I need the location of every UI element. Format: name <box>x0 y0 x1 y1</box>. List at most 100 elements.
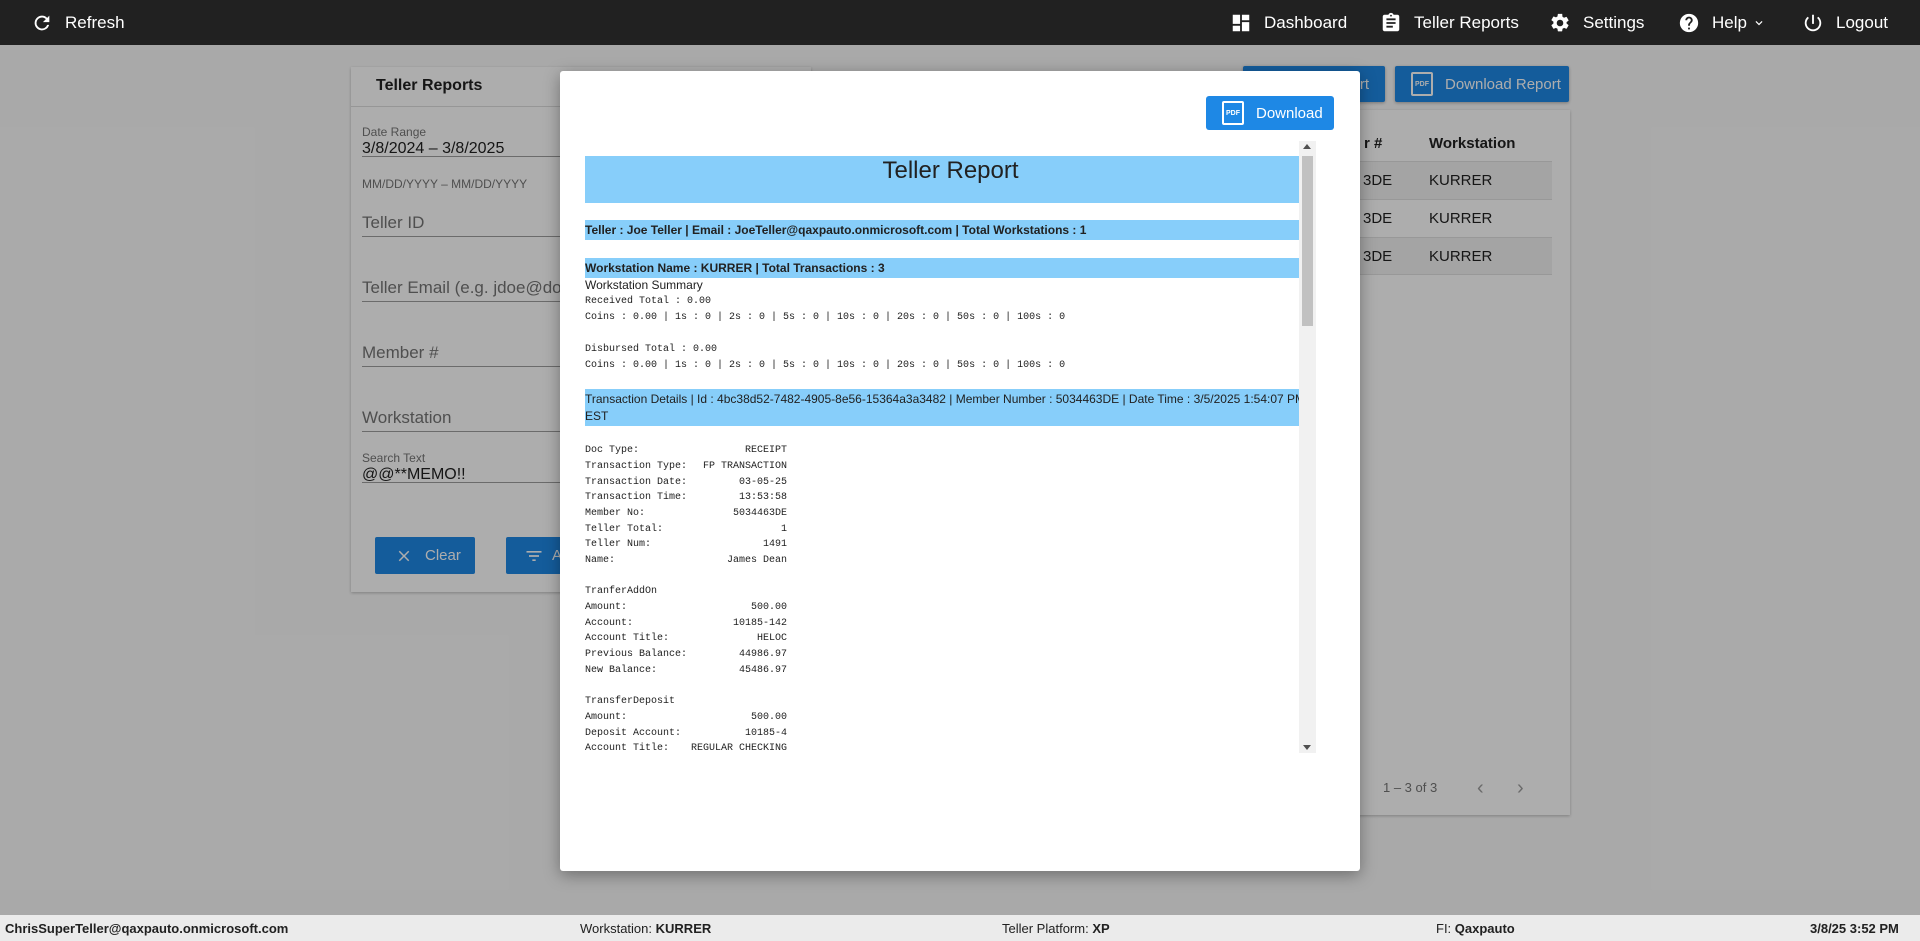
nav-dashboard-label: Dashboard <box>1264 12 1348 32</box>
nav-logout-label: Logout <box>1836 12 1888 32</box>
fi-status-label: FI: <box>1436 921 1452 936</box>
receipt-row: Doc Type: RECEIPT <box>585 445 787 461</box>
workstation-status: Workstation: KURRER <box>580 921 711 936</box>
deposit-row: Deposit Account: 10185-4 <box>585 728 787 744</box>
nav-settings-label: Settings <box>1583 12 1645 32</box>
teller-summary-line: Teller : Joe Teller | Email : JoeTeller@… <box>585 220 1316 240</box>
power-icon <box>1804 14 1822 31</box>
deposit-row: Account Title: REGULAR CHECKING <box>585 743 787 759</box>
addon-value: 10185-142 <box>732 618 787 629</box>
receipt-row: Teller Num: 1491 <box>585 539 787 555</box>
addon-row: Account Title: HELOC <box>585 633 787 649</box>
receipt-key: Doc Type: <box>585 445 640 456</box>
received-coins: Coins : 0.00 | 1s : 0 | 2s : 0 | 5s : 0 … <box>585 312 1066 323</box>
platform-status: Teller Platform: XP <box>1002 921 1110 936</box>
nav-teller-reports[interactable]: Teller Reports <box>1380 0 1519 45</box>
workstation-summary-line: Workstation Name : KURRER | Total Transa… <box>585 258 1316 278</box>
status-bar: ChrisSuperTeller@qaxpauto.onmicrosoft.co… <box>0 915 1920 941</box>
addon-row: New Balance: 45486.97 <box>585 665 787 681</box>
receipt-row: Transaction Type: FP TRANSACTION <box>585 461 787 477</box>
addon-value: 45486.97 <box>738 665 787 676</box>
receipt-value: 5034463DE <box>732 508 787 519</box>
nav-help[interactable]: Help <box>1678 0 1766 45</box>
platform-status-value: XP <box>1092 921 1110 936</box>
receipt-row: Teller Total: 1 <box>585 524 787 540</box>
addon-row: Previous Balance: 44986.97 <box>585 649 787 665</box>
addon-row: Account: 10185-142 <box>585 618 787 634</box>
top-navigation-bar: Refresh Dashboard Teller Reports Setting… <box>0 0 1920 45</box>
deposit-value: REGULAR CHECKING <box>690 743 787 754</box>
nav-teller-reports-label: Teller Reports <box>1414 12 1519 32</box>
addon-key: Account: <box>585 618 634 629</box>
receipt-value: 13:53:58 <box>738 492 787 503</box>
transaction-details-header: Transaction Details | Id : 4bc38d52-7482… <box>585 389 1316 426</box>
addon-key: New Balance: <box>585 665 658 676</box>
deposit-title: TransferDeposit <box>585 696 676 707</box>
transaction-details-line-cont: EST <box>585 409 609 423</box>
addon-title: TranferAddOn <box>585 586 658 597</box>
receipt-value: 1491 <box>762 539 787 550</box>
receipt-key: Transaction Date: <box>585 477 688 488</box>
status-datetime: 3/8/25 3:52 PM <box>1810 921 1899 936</box>
clipboard-icon <box>1382 12 1400 31</box>
deposit-key: Amount: <box>585 712 628 723</box>
report-scrollbar[interactable] <box>1299 141 1316 753</box>
receipt-value: James Dean <box>726 555 787 566</box>
receipt-value: 03-05-25 <box>738 477 787 488</box>
receipt-key: Member No: <box>585 508 646 519</box>
receipt-key: Teller Num: <box>585 539 652 550</box>
refresh-button[interactable]: Refresh <box>31 0 125 45</box>
pdf-icon: PDF <box>1222 101 1244 125</box>
receipt-row: Transaction Time: 13:53:58 <box>585 492 787 508</box>
deposit-row: Amount: 500.00 <box>585 712 787 728</box>
addon-value: HELOC <box>756 633 787 644</box>
dashboard-icon <box>1232 14 1250 31</box>
deposit-key: Deposit Account: <box>585 728 682 739</box>
receipt-row: Name: James Dean <box>585 555 787 571</box>
receipt-key: Transaction Type: <box>585 461 688 472</box>
nav-logout[interactable]: Logout <box>1802 0 1888 45</box>
addon-value: 44986.97 <box>738 649 787 660</box>
workstation-status-value: KURRER <box>655 921 712 936</box>
scrollbar-thumb[interactable] <box>1302 156 1313 326</box>
disbursed-total: Disbursed Total : 0.00 <box>585 344 718 355</box>
addon-key: Amount: <box>585 602 628 613</box>
help-icon <box>1679 13 1699 32</box>
report-preview-dialog: PDF Download Teller Report Teller : Joe … <box>560 71 1360 871</box>
platform-status-label: Teller Platform: <box>1002 921 1089 936</box>
report-viewer[interactable]: Teller Report Teller : Joe Teller | Emai… <box>585 141 1341 821</box>
deposit-value: 500.00 <box>750 712 787 723</box>
current-user: ChrisSuperTeller@qaxpauto.onmicrosoft.co… <box>5 921 289 936</box>
receipt-value: FP TRANSACTION <box>702 461 787 472</box>
refresh-icon <box>34 15 50 30</box>
addon-value: 500.00 <box>750 602 787 613</box>
nav-settings[interactable]: Settings <box>1549 0 1644 45</box>
nav-dashboard[interactable]: Dashboard <box>1230 0 1347 45</box>
fi-status-value: Qaxpauto <box>1454 921 1515 936</box>
receipt-key: Transaction Time: <box>585 492 688 503</box>
deposit-value: 10185-4 <box>744 728 787 739</box>
download-button[interactable]: PDF Download <box>1206 96 1334 130</box>
receipt-row: Transaction Date: 03-05-25 <box>585 477 787 493</box>
transaction-details-line: Transaction Details | Id : 4bc38d52-7482… <box>585 392 1306 406</box>
addon-key: Previous Balance: <box>585 649 688 660</box>
fi-status: FI: Qaxpauto <box>1436 921 1515 936</box>
receipt-row: Member No: 5034463DE <box>585 508 787 524</box>
refresh-label: Refresh <box>65 12 125 32</box>
receipt-value: RECEIPT <box>744 445 787 456</box>
scroll-up-arrow-icon[interactable] <box>1303 144 1311 149</box>
chevron-down-icon <box>1755 20 1763 25</box>
receipt-key: Name: <box>585 555 616 566</box>
addon-key: Account Title: <box>585 633 670 644</box>
gear-icon <box>1551 13 1569 31</box>
nav-help-label: Help <box>1712 12 1747 32</box>
receipt-value: 1 <box>780 524 787 535</box>
deposit-key: Account Title: <box>585 743 670 754</box>
report-title: Teller Report <box>585 156 1316 203</box>
disbursed-coins: Coins : 0.00 | 1s : 0 | 2s : 0 | 5s : 0 … <box>585 360 1066 371</box>
received-total: Received Total : 0.00 <box>585 296 712 307</box>
download-button-label: Download <box>1256 104 1323 122</box>
workstation-summary-title: Workstation Summary <box>585 278 703 292</box>
scroll-down-arrow-icon[interactable] <box>1303 745 1311 750</box>
addon-row: Amount: 500.00 <box>585 602 787 618</box>
